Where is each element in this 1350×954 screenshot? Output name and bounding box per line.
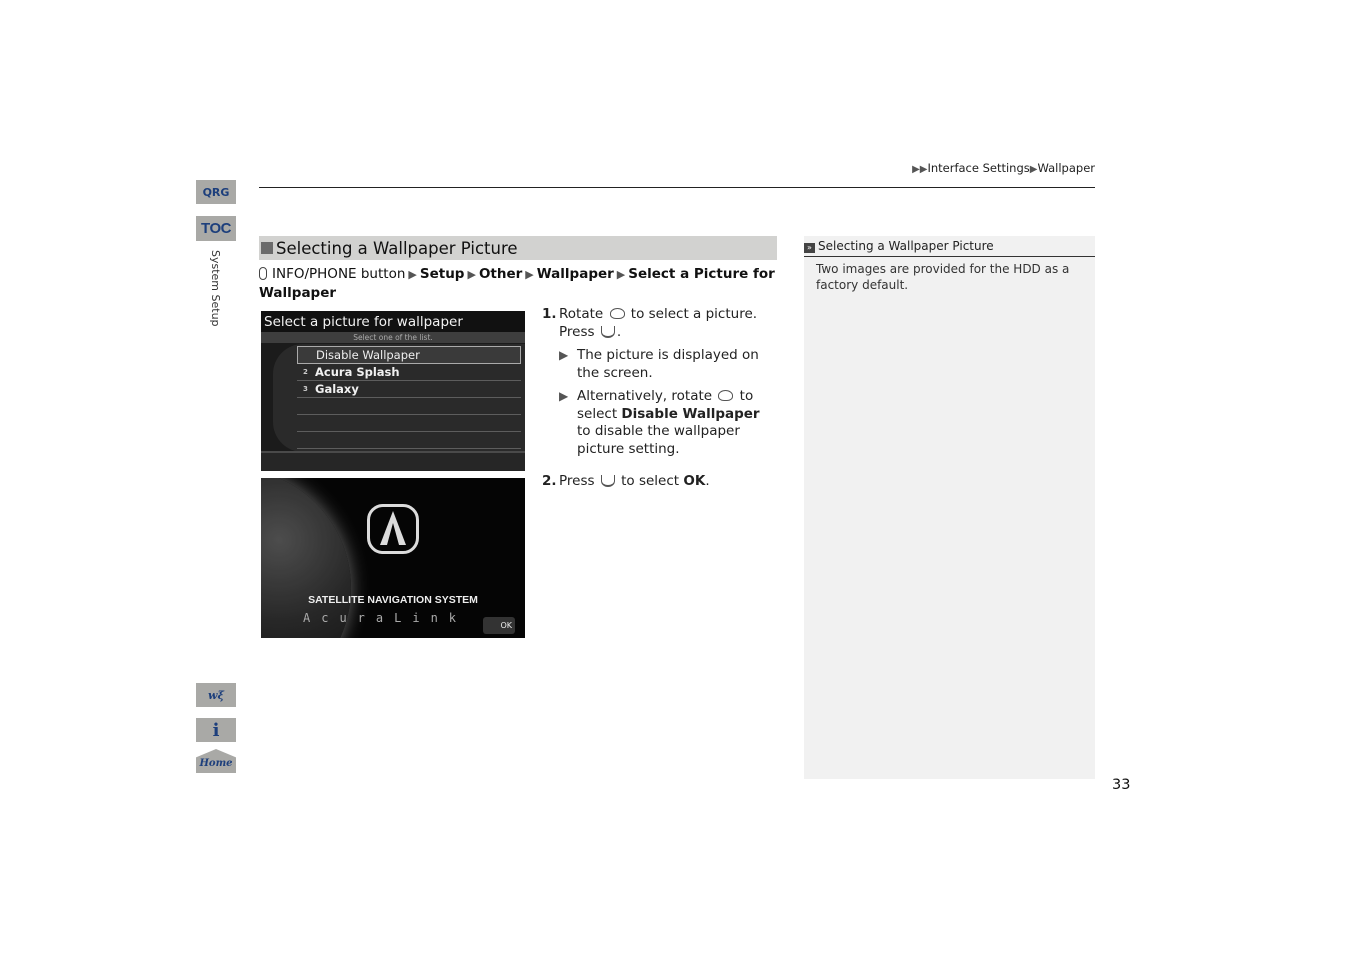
list-item-empty <box>297 415 521 432</box>
list-item: 2 Acura Splash <box>297 364 521 381</box>
side-note: » Selecting a Wallpaper Picture Two image… <box>804 236 1095 779</box>
info-icon: i <box>212 719 220 741</box>
step-text: . <box>705 473 710 489</box>
press-knob-icon <box>600 325 615 338</box>
list-item-empty <box>297 432 521 449</box>
home-button[interactable]: Home <box>196 749 236 773</box>
nav-system-heading: SATELLITE NAVIGATION SYSTEM <box>308 594 478 606</box>
press-knob-icon <box>600 475 615 487</box>
acura-logo-icon <box>367 504 419 554</box>
path-step: Other <box>478 266 523 282</box>
path-arrow-icon: ▶ <box>408 268 417 281</box>
list-item: Disable Wallpaper <box>297 346 521 364</box>
step-note-text: Alternatively, rotate <box>577 388 713 404</box>
path-start: INFO/PHONE button <box>272 266 406 282</box>
arrow-bullet-icon: ▶ <box>559 348 569 362</box>
path-step: Setup <box>419 266 465 282</box>
breadcrumb: ▶▶Interface Settings▶Wallpaper <box>912 161 1095 175</box>
section-heading: Selecting a Wallpaper Picture <box>259 236 777 260</box>
step-note: ▶ The picture is displayed on the screen… <box>559 347 777 382</box>
breadcrumb-arrows: ▶▶ <box>912 164 928 175</box>
voice-command-button[interactable]: wξ <box>196 683 236 707</box>
screen-subtitle: Select one of the list. <box>261 332 525 343</box>
rotate-knob-icon <box>718 390 734 401</box>
breadcrumb-item[interactable]: Interface Settings <box>927 161 1029 175</box>
info-button[interactable]: i <box>196 718 236 742</box>
step-1: 1. Rotate to select a picture. Press . ▶… <box>542 306 777 458</box>
header-rule <box>259 187 1095 188</box>
side-note-title: Selecting a Wallpaper Picture <box>818 239 994 253</box>
path-arrow-icon: ▶ <box>616 268 626 281</box>
step-text: . <box>616 323 622 340</box>
step-text: to select a picture. <box>630 306 758 322</box>
voice-command-icon: wξ <box>208 688 224 702</box>
step-note-text: to disable the wallpaper picture setting… <box>577 423 740 457</box>
microphone-icon <box>259 267 267 280</box>
step-number: 1. <box>542 306 557 322</box>
square-bullet-icon <box>261 242 273 254</box>
screen-footer <box>261 451 525 471</box>
step-note-emphasis: Disable Wallpaper <box>621 405 760 422</box>
arrow-bullet-icon: ▶ <box>559 389 569 403</box>
path-step: Wallpaper <box>536 266 614 282</box>
step-emphasis: OK <box>683 473 706 489</box>
path-arrow-icon: ▶ <box>525 268 534 281</box>
wallpaper-list: Disable Wallpaper 2 Acura Splash 3 Galaxy <box>297 346 521 449</box>
ok-button: OK <box>483 617 515 634</box>
list-item-label: Acura Splash <box>315 365 400 379</box>
page-number: 33 <box>1112 777 1131 793</box>
menu-path: INFO/PHONE button ▶ Setup ▶ Other ▶ Wallpaper ▶… <box>259 265 777 302</box>
step-2: 2. Press to select OK. <box>542 473 777 491</box>
toc-button[interactable]: TOC <box>196 216 236 241</box>
section-label: System Setup <box>209 250 222 327</box>
list-item-number: 3 <box>303 385 308 393</box>
rotate-knob-icon <box>609 308 625 319</box>
path-arrow-icon: ▶ <box>467 268 476 281</box>
list-item-empty <box>297 398 521 415</box>
step-text: Rotate <box>559 306 604 322</box>
step-number: 2. <box>542 473 557 489</box>
wallpaper-preview-screen: SATELLITE NAVIGATION SYSTEM AcuraLink OK <box>261 478 525 638</box>
step-text: to select <box>621 473 680 489</box>
list-item: 3 Galaxy <box>297 381 521 398</box>
list-item-label: Galaxy <box>315 382 359 396</box>
qrg-button[interactable]: QRG <box>196 180 236 204</box>
breadcrumb-item[interactable]: Wallpaper <box>1037 161 1095 175</box>
wallpaper-select-screen: Select a picture for wallpaper Select on… <box>261 311 525 471</box>
section-title: Selecting a Wallpaper Picture <box>276 238 518 258</box>
instruction-steps: 1. Rotate to select a picture. Press . ▶… <box>542 306 777 506</box>
list-item-label: Disable Wallpaper <box>316 348 420 362</box>
side-note-header: » Selecting a Wallpaper Picture <box>804 236 1095 257</box>
screen-title: Select a picture for wallpaper <box>261 311 525 333</box>
step-note: ▶ Alternatively, rotate to select Disabl… <box>559 388 777 458</box>
step-text: Press <box>559 473 595 489</box>
list-item-number: 2 <box>303 368 308 376</box>
step-note-text: The picture is displayed on the screen. <box>577 347 759 381</box>
step-text: Press <box>559 323 595 340</box>
side-note-body: Two images are provided for the HDD as a… <box>816 262 1070 292</box>
double-chevron-icon: » <box>804 243 815 253</box>
acuralink-brand: AcuraLink <box>303 611 468 625</box>
